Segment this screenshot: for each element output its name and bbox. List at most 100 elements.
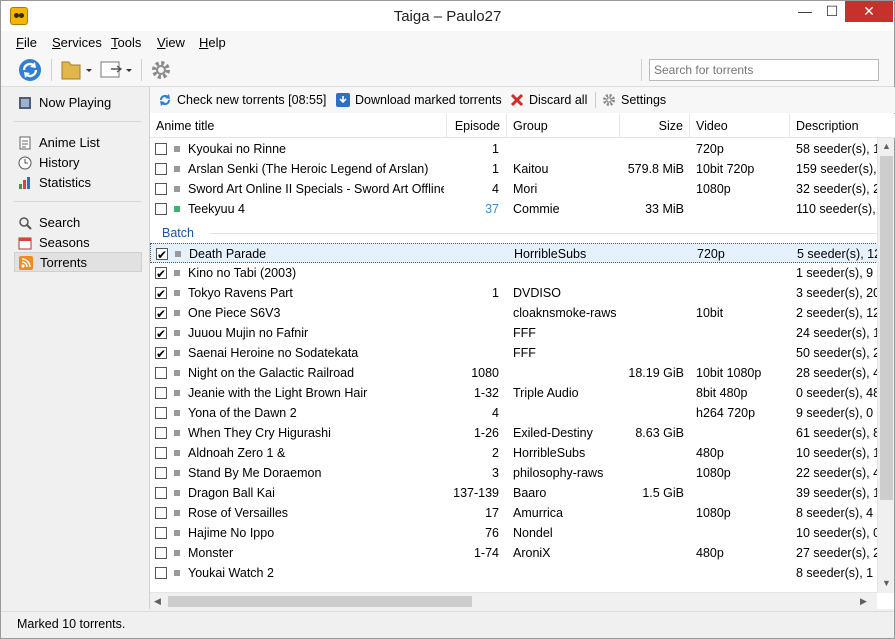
torrent-row[interactable]: Death Parade HorribleSubs 720p 5 seeder(s),… bbox=[150, 243, 878, 265]
video-cell bbox=[696, 343, 790, 363]
column-header-description[interactable]: Description bbox=[790, 114, 895, 138]
torrent-checkbox[interactable] bbox=[156, 245, 168, 265]
torrent-checkbox[interactable] bbox=[155, 407, 167, 419]
torrent-checkbox[interactable] bbox=[155, 447, 167, 459]
download-icon bbox=[336, 93, 350, 107]
sidebar-item-seasons[interactable]: Seasons bbox=[14, 233, 142, 253]
window-title: Taiga – Paulo27 bbox=[393, 8, 502, 25]
sidebar-item-search[interactable]: Search bbox=[14, 213, 142, 233]
menu-file[interactable]: File bbox=[16, 35, 37, 50]
torrent-checkbox[interactable] bbox=[155, 507, 167, 519]
torrent-checkbox[interactable] bbox=[155, 264, 167, 284]
torrent-row[interactable]: Dragon Ball Kai 137-139 Baaro 1.5 GiB 39 see… bbox=[150, 483, 878, 503]
group-cell: Triple Audio bbox=[513, 386, 579, 400]
torrent-checkbox[interactable] bbox=[155, 547, 167, 559]
check-new-torrents-button[interactable]: Check new torrents [08:55] bbox=[158, 91, 326, 109]
sidebar-label: History bbox=[39, 155, 80, 170]
torrent-row[interactable]: Aldnoah Zero 1 & 2 HorribleSubs 480p 10 seed… bbox=[150, 443, 878, 463]
title-cell: One Piece S6V3 bbox=[188, 306, 281, 320]
torrent-row[interactable]: Rose of Versailles 17 Amurrica 1080p 8 seede… bbox=[150, 503, 878, 523]
vertical-scrollbar[interactable]: ▲ ▼ bbox=[877, 138, 894, 593]
sidebar-item-anime-list[interactable]: Anime List bbox=[14, 133, 142, 153]
toolbar-separator bbox=[595, 92, 596, 108]
sidebar-item-now-playing[interactable]: Now Playing bbox=[14, 93, 142, 113]
video-cell bbox=[696, 483, 790, 503]
column-header-size[interactable]: Size bbox=[620, 114, 690, 138]
torrent-row[interactable]: Teekyuu 4 37 Commie 33 MiB 110 seeder(s), 1 bbox=[150, 199, 878, 219]
torrent-checkbox[interactable] bbox=[155, 367, 167, 379]
column-header-title[interactable]: Anime title bbox=[150, 114, 447, 138]
vertical-scroll-thumb[interactable] bbox=[880, 156, 893, 500]
torrent-checkbox[interactable] bbox=[155, 527, 167, 539]
torrent-row[interactable]: One Piece S6V3 cloaknsmoke-raws 10bit 2 see… bbox=[150, 303, 878, 324]
scroll-left-arrow-icon[interactable]: ◀ bbox=[154, 596, 161, 607]
group-cell: philosophy-raws bbox=[513, 466, 604, 480]
minimize-button[interactable]: — bbox=[791, 1, 819, 22]
torrent-checkbox[interactable] bbox=[155, 387, 167, 399]
title-cell: When They Cry Higurashi bbox=[188, 426, 331, 440]
gear-icon bbox=[152, 61, 170, 79]
torrent-checkbox[interactable] bbox=[155, 163, 167, 175]
torrent-row[interactable]: Juuou Mujin no Fafnir FFF 24 seeder(s), 18 bbox=[150, 323, 878, 344]
torrent-row[interactable]: Yona of the Dawn 2 4 h264 720p 9 seeder(s),… bbox=[150, 403, 878, 423]
torrent-row[interactable]: Arslan Senki (The Heroic Legend of Arsla… bbox=[150, 159, 878, 179]
close-button[interactable]: ✕ bbox=[845, 1, 893, 22]
menu-tools[interactable]: Tools bbox=[111, 35, 141, 50]
menu-help[interactable]: Help bbox=[199, 35, 226, 50]
synchronize-button[interactable] bbox=[17, 57, 43, 83]
group-header-batch[interactable]: Batch bbox=[150, 223, 878, 243]
torrent-search-input[interactable] bbox=[649, 59, 879, 81]
column-header-episode[interactable]: Episode bbox=[447, 114, 507, 138]
sidebar-divider bbox=[14, 201, 142, 202]
torrent-row[interactable]: Jeanie with the Light Brown Hair 1-32 Trip… bbox=[150, 383, 878, 403]
torrent-checkbox[interactable] bbox=[155, 304, 167, 324]
torrent-row[interactable]: When They Cry Higurashi 1-26 Exiled-Destin… bbox=[150, 423, 878, 443]
size-cell bbox=[620, 323, 684, 343]
torrent-row[interactable]: Hajime No Ippo 76 Nondel 10 seeder(s), 0 bbox=[150, 523, 878, 543]
search-icon bbox=[19, 217, 32, 230]
maximize-button[interactable]: ☐ bbox=[819, 1, 845, 22]
torrent-row[interactable]: Tokyo Ravens Part 1 DVDISO 3 seeder(s), 20 bbox=[150, 283, 878, 304]
menu-services[interactable]: Services bbox=[52, 35, 102, 50]
menu-view[interactable]: View bbox=[157, 35, 185, 50]
horizontal-scroll-thumb[interactable] bbox=[168, 596, 472, 607]
settings-toolbar-button[interactable] bbox=[149, 57, 175, 83]
torrent-row[interactable]: Youkai Watch 2 8 seeder(s), 1 le bbox=[150, 563, 878, 583]
torrent-checkbox[interactable] bbox=[155, 467, 167, 479]
torrent-row[interactable]: Monster 1-74 AroniX 480p 27 seeder(s), 2 bbox=[150, 543, 878, 563]
torrent-checkbox[interactable] bbox=[155, 143, 167, 155]
video-cell bbox=[696, 323, 790, 343]
torrent-row[interactable]: Night on the Galactic Railroad 1080 18.19 … bbox=[150, 363, 878, 383]
torrent-checkbox[interactable] bbox=[155, 487, 167, 499]
scroll-down-arrow-icon[interactable]: ▼ bbox=[882, 578, 891, 588]
torrent-checkbox[interactable] bbox=[155, 567, 167, 579]
export-button[interactable] bbox=[99, 57, 135, 83]
torrent-row[interactable]: Kyoukai no Rinne 1 720p 58 seeder(s), 1 bbox=[150, 139, 878, 159]
video-cell: 1080p bbox=[696, 466, 731, 480]
group-cell: cloaknsmoke-raws bbox=[513, 306, 617, 320]
discard-all-button[interactable]: Discard all bbox=[510, 91, 588, 109]
sidebar-item-torrents[interactable]: Torrents bbox=[14, 252, 142, 272]
torrent-row[interactable]: Kino no Tabi (2003) 1 seeder(s), 9 l bbox=[150, 263, 878, 284]
torrent-checkbox[interactable] bbox=[155, 344, 167, 364]
horizontal-scrollbar[interactable]: ◀ ▶ bbox=[150, 592, 877, 609]
torrent-checkbox[interactable] bbox=[155, 324, 167, 344]
column-header-group[interactable]: Group bbox=[507, 114, 620, 138]
scroll-right-arrow-icon[interactable]: ▶ bbox=[860, 596, 867, 607]
sidebar-item-statistics[interactable]: Statistics bbox=[14, 173, 142, 193]
sidebar-item-history[interactable]: History bbox=[14, 153, 142, 173]
torrent-checkbox[interactable] bbox=[155, 203, 167, 215]
torrent-settings-button[interactable]: Settings bbox=[602, 91, 668, 109]
download-marked-torrents-button[interactable]: Download marked torrents bbox=[336, 91, 502, 109]
scroll-up-arrow-icon[interactable]: ▲ bbox=[882, 141, 891, 151]
torrent-row[interactable]: Saenai Heroine no Sodatekata FFF 50 seeder… bbox=[150, 343, 878, 364]
column-header-video[interactable]: Video bbox=[690, 114, 790, 138]
torrent-checkbox[interactable] bbox=[155, 183, 167, 195]
torrent-checkbox[interactable] bbox=[155, 427, 167, 439]
torrent-checkbox[interactable] bbox=[155, 284, 167, 304]
title-cell: Monster bbox=[188, 546, 234, 560]
button-label: Settings bbox=[621, 93, 667, 107]
torrent-row[interactable]: Stand By Me Doraemon 3 philosophy-raws 1080… bbox=[150, 463, 878, 483]
torrent-row[interactable]: Sword Art Online II Specials - Sword Art… bbox=[150, 179, 878, 199]
folders-button[interactable] bbox=[59, 57, 95, 83]
